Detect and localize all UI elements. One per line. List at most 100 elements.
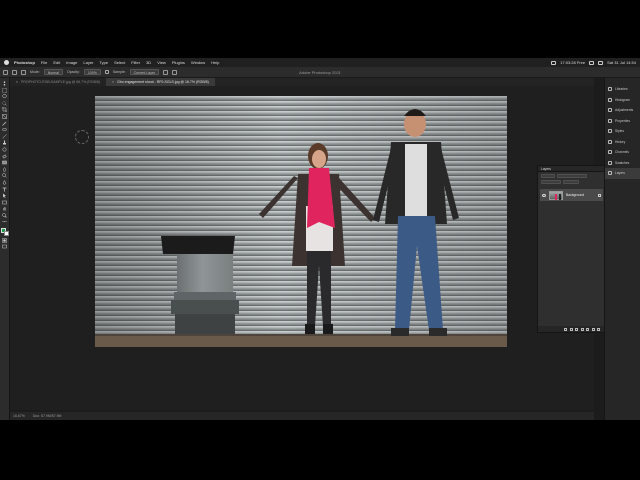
dock-adjustments[interactable]: Adjustments — [605, 105, 640, 116]
histogram-icon — [608, 97, 612, 102]
quick-mask-icon[interactable] — [2, 237, 7, 243]
menu-3d[interactable]: 3D — [146, 60, 151, 65]
adjustment-layer-icon[interactable] — [580, 327, 584, 331]
pen-tool-icon[interactable] — [2, 179, 7, 185]
layer-name[interactable]: Background — [566, 193, 584, 197]
quick-select-tool-icon[interactable] — [2, 101, 7, 106]
dodge-tool-icon[interactable] — [2, 173, 7, 178]
dock-styles[interactable]: Styles — [605, 126, 640, 137]
brush-preset-icon[interactable] — [12, 69, 17, 75]
menu-window[interactable]: Window — [191, 60, 205, 65]
new-group-icon[interactable] — [586, 327, 589, 331]
tab-engagement-shoot[interactable]: × Giro engagement shoot - RF0-SGLS.jpg @… — [106, 78, 215, 86]
rectangle-tool-icon[interactable] — [2, 200, 7, 205]
visibility-eye-icon[interactable] — [542, 193, 546, 197]
menu-image[interactable]: Image — [66, 60, 77, 65]
move-tool-icon[interactable] — [2, 81, 7, 86]
mode-label: Mode: — [30, 70, 40, 74]
tab-label: Giro engagement shoot - RF0-SGLS.jpg @ 1… — [117, 80, 209, 84]
menu-view[interactable]: View — [157, 60, 166, 65]
zoom-tool-icon[interactable] — [2, 213, 7, 218]
menu-plugins[interactable]: Plugins — [172, 60, 185, 65]
libraries-icon — [608, 87, 612, 92]
menu-help[interactable]: Help — [211, 60, 219, 65]
menu-status-area: 17:03:28 Free Sat 31 Jul 14:54 — [551, 58, 636, 67]
gradient-tool-icon[interactable] — [2, 160, 7, 165]
wifi-icon[interactable] — [551, 60, 557, 65]
frame-tool-icon[interactable] — [2, 114, 7, 119]
path-select-tool-icon[interactable] — [2, 193, 7, 199]
photoshop-window: Photoshop File Edit Image Layer Type Sel… — [0, 58, 640, 420]
dock-properties[interactable]: Properties — [605, 116, 640, 127]
layers-panel: Layers Background — [537, 165, 605, 333]
dock-swatches[interactable]: Swatches — [605, 158, 640, 169]
add-mask-icon[interactable] — [575, 327, 578, 331]
sample-select[interactable]: Current Layer — [129, 69, 160, 75]
dock-layers[interactable]: Layers — [605, 168, 640, 179]
battery-icon[interactable] — [589, 60, 595, 65]
clone-stamp-tool-icon[interactable] — [2, 140, 7, 145]
brush-tool-icon[interactable] — [2, 134, 7, 139]
dock-libraries[interactable]: Libraries — [605, 84, 640, 95]
menu-type[interactable]: Type — [99, 60, 108, 65]
photo-couple-against-shutter — [95, 96, 507, 347]
mode-select[interactable]: Normal — [43, 69, 64, 75]
dock-history[interactable]: History — [605, 137, 640, 148]
ignore-adjustment-icon[interactable] — [163, 69, 169, 75]
menu-edit[interactable]: Edit — [53, 60, 60, 65]
layer-row-background[interactable]: Background — [540, 189, 603, 201]
aligned-checkbox[interactable] — [104, 70, 109, 74]
document-canvas[interactable] — [95, 96, 507, 347]
status-bar: 16.67% Doc: 57.9M/57.9M — [10, 412, 594, 420]
dock-channels[interactable]: Channels — [605, 147, 640, 158]
apple-icon[interactable] — [4, 60, 9, 65]
close-icon[interactable]: × — [16, 78, 18, 86]
blur-tool-icon[interactable] — [2, 166, 7, 172]
menu-filter[interactable]: Filter — [131, 60, 140, 65]
clock[interactable]: Sat 31 Jul 14:54 — [607, 60, 636, 65]
zoom-level[interactable]: 16.67% — [13, 414, 25, 418]
canvas-workspace[interactable] — [10, 86, 594, 410]
eraser-tool-icon[interactable] — [2, 154, 7, 159]
color-swatches[interactable] — [0, 228, 9, 237]
background-color-swatch[interactable] — [3, 231, 9, 237]
search-icon[interactable] — [598, 60, 604, 65]
more-tools-icon[interactable] — [2, 219, 7, 224]
layer-filter-select[interactable] — [541, 174, 555, 178]
marquee-tool-icon[interactable] — [2, 87, 7, 93]
layers-footer — [538, 326, 604, 332]
history-brush-tool-icon[interactable] — [2, 147, 7, 152]
layer-style-icon[interactable] — [569, 327, 573, 331]
adjustments-icon — [608, 108, 612, 113]
document-info[interactable]: Doc: 57.9M/57.9M — [33, 414, 62, 418]
healing-brush-tool-icon[interactable] — [2, 127, 7, 132]
dock-label: Layers — [615, 171, 625, 176]
link-layers-icon[interactable] — [564, 327, 567, 331]
delete-layer-icon[interactable] — [597, 327, 600, 331]
menu-file[interactable]: File — [41, 60, 47, 65]
layer-filter-icons[interactable] — [557, 174, 587, 178]
eyedropper-tool-icon[interactable] — [2, 121, 7, 126]
menu-select[interactable]: Select — [114, 60, 125, 65]
layer-opacity-field[interactable] — [563, 180, 579, 184]
properties-icon — [608, 118, 612, 123]
close-icon[interactable]: × — [112, 78, 114, 86]
hand-tool-icon[interactable] — [2, 206, 7, 211]
dock-label: Libraries — [615, 87, 628, 92]
screen-mode-icon[interactable] — [2, 244, 7, 249]
crop-tool-icon[interactable] — [2, 107, 7, 113]
menu-photoshop[interactable]: Photoshop — [14, 60, 35, 65]
blend-mode-select[interactable] — [541, 180, 561, 184]
dock-histogram[interactable]: Histogram — [605, 95, 640, 106]
type-tool-icon[interactable] — [2, 187, 7, 192]
menu-layer[interactable]: Layer — [83, 60, 93, 65]
opacity-field[interactable]: 100% — [83, 69, 101, 75]
lasso-tool-icon[interactable] — [2, 94, 7, 99]
tab-prophoto-sample[interactable]: × PROPHOTO-RGB-SAMPLE.jpg @ 66.7% (RGB/8… — [10, 78, 106, 86]
dock-label: Channels — [615, 150, 629, 155]
brush-settings-icon[interactable] — [21, 69, 26, 75]
home-icon[interactable] — [3, 69, 8, 75]
new-layer-icon[interactable] — [591, 327, 595, 331]
tools-panel — [0, 78, 10, 420]
pressure-icon[interactable] — [172, 69, 178, 75]
